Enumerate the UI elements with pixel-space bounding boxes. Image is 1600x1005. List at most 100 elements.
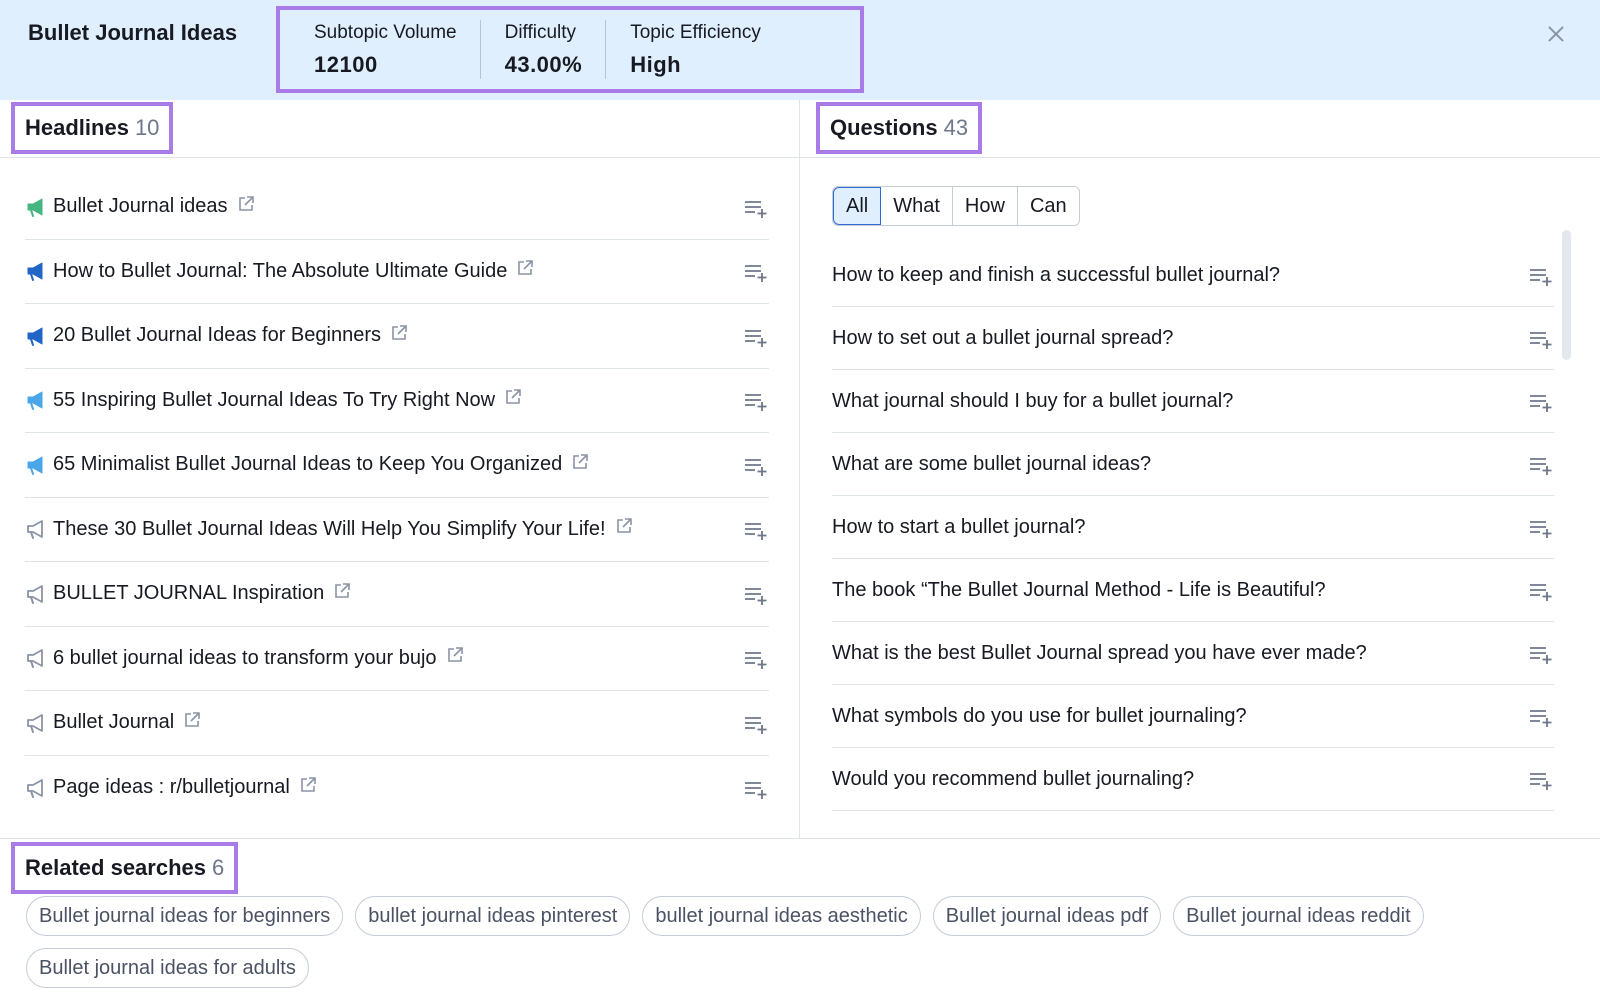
metric-value: 12100	[314, 51, 378, 77]
related-search-tag[interactable]: Bullet journal ideas for beginners	[26, 896, 344, 936]
add-to-list-icon[interactable]	[1528, 769, 1554, 791]
external-link-icon[interactable]	[389, 323, 409, 343]
question-row: Would you recommend bullet journaling?	[832, 748, 1554, 811]
headline-row: 20 Bullet Journal Ideas for Beginners	[25, 304, 769, 369]
related-search-tag[interactable]: bullet journal ideas pinterest	[355, 896, 631, 936]
megaphone-icon	[27, 391, 43, 411]
headline-row: How to Bullet Journal: The Absolute Ulti…	[25, 240, 769, 304]
add-to-list-icon[interactable]	[1528, 265, 1554, 287]
question-text: How to set out a bullet journal spread?	[832, 326, 1174, 349]
related-search-tag[interactable]: Bullet journal ideas for adults	[26, 948, 309, 988]
external-link-icon[interactable]	[614, 516, 634, 536]
add-to-list-icon[interactable]	[1528, 517, 1554, 539]
add-to-list-icon[interactable]	[1528, 706, 1554, 728]
headline-text: These 30 Bullet Journal Ideas Will Help …	[53, 517, 606, 540]
add-to-list-icon[interactable]	[743, 713, 769, 735]
question-text: The book “The Bullet Journal Method - Li…	[832, 578, 1326, 601]
related-search-tag[interactable]: Bullet journal ideas pdf	[932, 896, 1162, 936]
add-to-list-icon[interactable]	[743, 648, 769, 670]
add-to-list-icon[interactable]	[1528, 580, 1554, 602]
add-to-list-icon[interactable]	[743, 197, 769, 219]
megaphone-outline-icon	[27, 778, 43, 798]
filter-tab-all[interactable]: All	[833, 187, 882, 225]
headline-text: 20 Bullet Journal Ideas for Beginners	[53, 324, 381, 347]
megaphone-icon	[27, 262, 43, 282]
metrics-panel: Subtopic Volume 12100 Difficulty 43.00% …	[276, 6, 864, 93]
questions-count: 43	[943, 115, 969, 140]
related-search-tag[interactable]: bullet journal ideas aesthetic	[642, 896, 921, 936]
questions-scrollbar[interactable]	[1562, 230, 1571, 360]
filter-tab-how[interactable]: How	[952, 187, 1018, 225]
headlines-title: Headlines 10	[11, 102, 174, 154]
add-to-list-icon[interactable]	[743, 778, 769, 800]
external-link-icon[interactable]	[236, 194, 256, 214]
column-divider	[799, 100, 800, 838]
megaphone-outline-icon	[27, 520, 43, 540]
add-to-list-icon[interactable]	[743, 326, 769, 348]
megaphone-outline-icon	[27, 584, 43, 604]
related-search-tag[interactable]: Bullet journal ideas reddit	[1173, 896, 1424, 936]
metric-label: Difficulty	[504, 21, 577, 43]
questions-header-rule	[800, 157, 1600, 158]
related-searches-list: Bullet journal ideas for beginners bullet…	[26, 896, 1566, 988]
headlines-title-text: Headlines	[25, 115, 129, 140]
close-icon[interactable]	[1544, 22, 1568, 46]
question-text: Would you recommend bullet journaling?	[832, 767, 1195, 790]
megaphone-icon	[27, 456, 43, 475]
question-row: What journal should I buy for a bullet j…	[832, 370, 1554, 433]
headline-row: 55 Inspiring Bullet Journal Ideas To Try…	[25, 369, 769, 433]
question-row: How to start a bullet journal?	[832, 496, 1554, 559]
filter-tab-can[interactable]: Can	[1017, 187, 1079, 225]
metric-value: High	[630, 51, 682, 77]
headline-text: 6 bullet journal ideas to transform your…	[53, 646, 437, 669]
related-searches-title-text: Related searches	[25, 855, 206, 880]
metric-label: Topic Efficiency	[630, 21, 761, 43]
headlines-list: Bullet Journal ideas How to Bullet Journa…	[25, 175, 769, 820]
external-link-icon[interactable]	[445, 645, 465, 665]
external-link-icon[interactable]	[298, 775, 318, 795]
question-text: What symbols do you use for bullet journ…	[832, 704, 1247, 727]
external-link-icon[interactable]	[332, 581, 352, 601]
external-link-icon[interactable]	[182, 710, 202, 730]
add-to-list-icon[interactable]	[743, 390, 769, 412]
question-row: How to set out a bullet journal spread?	[832, 307, 1554, 370]
question-row: What are some bullet journal ideas?	[832, 433, 1554, 496]
question-row: What symbols do you use for bullet journ…	[832, 685, 1554, 748]
related-searches-count: 6	[212, 855, 225, 880]
metric-difficulty: Difficulty 43.00%	[481, 10, 607, 89]
metric-label: Subtopic Volume	[314, 21, 457, 43]
add-to-list-icon[interactable]	[743, 455, 769, 477]
add-to-list-icon[interactable]	[1528, 328, 1554, 350]
metric-topic-efficiency: Topic Efficiency High	[606, 10, 785, 89]
headline-row: 65 Minimalist Bullet Journal Ideas to Ke…	[25, 433, 769, 498]
metric-subtopic-volume: Subtopic Volume 12100	[290, 10, 481, 89]
external-link-icon[interactable]	[515, 258, 535, 278]
metric-value: 43.00%	[504, 51, 583, 77]
question-row: The book “The Bullet Journal Method - Li…	[832, 559, 1554, 622]
add-to-list-icon[interactable]	[1528, 454, 1554, 476]
questions-title-text: Questions	[830, 115, 938, 140]
question-row: What is the best Bullet Journal spread y…	[832, 622, 1554, 685]
add-to-list-icon[interactable]	[1528, 643, 1554, 665]
questions-title: Questions 43	[816, 102, 983, 154]
external-link-icon[interactable]	[503, 387, 523, 407]
question-text: What are some bullet journal ideas?	[832, 452, 1152, 475]
add-to-list-icon[interactable]	[1528, 391, 1554, 413]
megaphone-icon	[27, 327, 43, 346]
megaphone-icon	[27, 198, 43, 217]
question-text: How to start a bullet journal?	[832, 515, 1086, 538]
topic-header: Bullet Journal Ideas Subtopic Volume 121…	[0, 0, 1600, 100]
add-to-list-icon[interactable]	[743, 584, 769, 606]
questions-list: How to keep and finish a successful bull…	[832, 244, 1554, 811]
headlines-header-rule	[0, 157, 799, 158]
filter-tab-what[interactable]: What	[881, 187, 953, 225]
external-link-icon[interactable]	[570, 452, 590, 472]
headline-row: Bullet Journal ideas	[25, 175, 769, 240]
question-text: What journal should I buy for a bullet j…	[832, 389, 1234, 412]
add-to-list-icon[interactable]	[743, 519, 769, 541]
headline-row: These 30 Bullet Journal Ideas Will Help …	[25, 498, 769, 562]
question-text: What is the best Bullet Journal spread y…	[832, 641, 1367, 664]
headlines-count: 10	[134, 115, 160, 140]
question-row: How to keep and finish a successful bull…	[832, 244, 1554, 307]
add-to-list-icon[interactable]	[743, 261, 769, 283]
